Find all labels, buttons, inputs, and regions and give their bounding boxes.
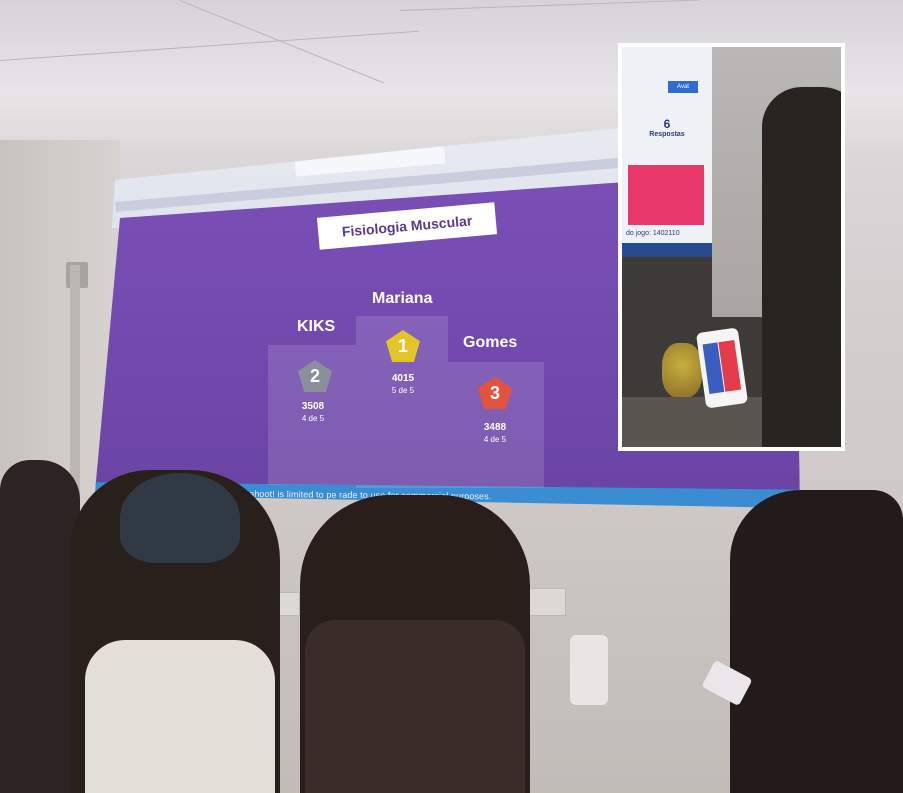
player-name-first: Mariana — [372, 290, 433, 307]
game-pin: do jogo: 1402110 — [626, 230, 680, 237]
person-left — [0, 460, 80, 793]
score-first: 4015 5 de 5 — [368, 373, 438, 397]
ceiling-panel-line — [400, 0, 700, 11]
answer-label: Respostas — [649, 131, 685, 138]
correct-count: 5 de 5 — [391, 386, 415, 395]
head-scarf — [120, 473, 240, 563]
inset-next-button[interactable]: Avat — [668, 81, 698, 93]
score-value: 3488 — [483, 422, 507, 433]
score-second: 3508 4 de 5 — [278, 401, 348, 425]
ceiling-panel-line — [0, 30, 420, 61]
score-value: 4015 — [391, 373, 415, 384]
classroom-photo: on of Kahoot! is limited to pe rade to u… — [0, 0, 903, 793]
clock-time: 17:01 — [708, 512, 727, 519]
player-name-second: KIKS — [297, 318, 336, 335]
score-third: 3488 4 de 5 — [460, 422, 530, 446]
dark-shirt — [305, 620, 525, 793]
taskbar-clock[interactable]: 17:01 02/07/2021 — [700, 511, 735, 529]
ceiling-panel-line — [179, 0, 384, 84]
score-value: 3508 — [301, 401, 325, 412]
inset-taskbar — [622, 243, 712, 257]
soap-dispenser — [570, 635, 608, 705]
answer-tile — [628, 165, 704, 225]
correct-count: 4 de 5 — [301, 414, 325, 423]
inset-kahoot-host-screen: Avat 6 Respostas do jogo: 1402110 — [622, 47, 712, 257]
answer-count: 6 — [663, 117, 671, 131]
inset-person — [762, 87, 841, 447]
white-shirt — [85, 640, 275, 793]
browser-tab — [294, 145, 446, 177]
inset-plant — [662, 343, 702, 398]
clock-date: 02/07/2021 — [700, 521, 736, 528]
person-right — [730, 490, 903, 793]
inset-photo: Avat 6 Respostas do jogo: 1402110 — [618, 43, 845, 451]
player-name-third: Gomes — [463, 334, 518, 351]
correct-count: 4 de 5 — [483, 435, 507, 444]
